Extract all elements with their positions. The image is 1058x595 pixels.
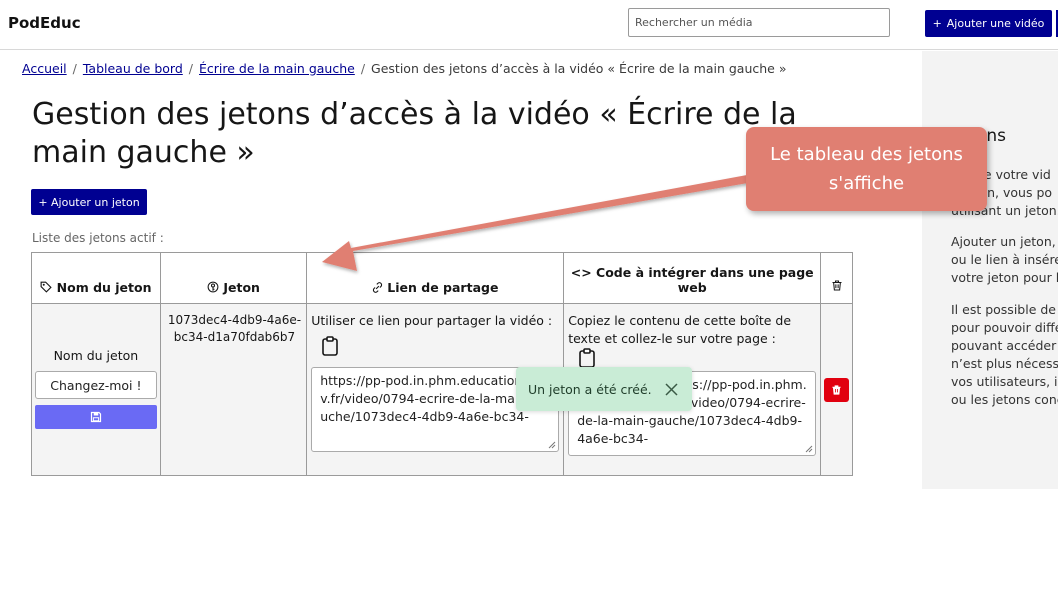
header-delete	[820, 252, 853, 304]
sidebar-line: lon, vous po	[976, 185, 1053, 200]
cell-token-name: Nom du jeton	[31, 303, 161, 476]
token-name-input[interactable]	[34, 371, 157, 399]
breadcrumb-link-home[interactable]: Accueil	[22, 61, 67, 76]
plus-icon: +	[932, 17, 942, 30]
sidebar-line: vos utilisateurs, il	[951, 374, 1058, 389]
close-icon	[665, 382, 678, 396]
token-table: Nom du jeton Jeton Lien de partage <> Co…	[31, 252, 853, 476]
header-link-label: Lien de partage	[387, 280, 499, 295]
toast-close-button[interactable]	[665, 382, 678, 396]
link-icon	[372, 282, 382, 293]
breadcrumb: Accueil / Tableau de bord / Écrire de la mai…	[22, 61, 787, 76]
add-token-button[interactable]: + Ajouter un jeton	[31, 189, 147, 215]
sidebar-line: ou les jetons conc	[951, 392, 1058, 407]
resize-handle-icon[interactable]	[547, 440, 556, 449]
embed-instruction: Copiez le contenu de cette boîte de text…	[568, 313, 792, 346]
breadcrumb-separator: /	[360, 61, 366, 76]
header-token: Jeton	[159, 252, 308, 304]
sidebar-line: Ajouter un jeton,	[951, 234, 1056, 249]
sidebar-line: pour pouvoir diffé	[951, 320, 1058, 335]
trash-icon	[832, 385, 841, 395]
header-link: Lien de partage	[306, 252, 565, 304]
table-row: Nom du jeton 1073dec4-4db9-4a6e-bc34-d1a…	[31, 303, 853, 476]
breadcrumb-link-video[interactable]: Écrire de la main gauche	[199, 61, 355, 76]
sidebar-line: votre jeton pour l	[951, 270, 1058, 285]
floppy-disk-icon	[90, 411, 101, 423]
header-name: Nom du jeton	[31, 252, 161, 304]
copy-link-button[interactable]	[321, 336, 339, 359]
success-toast: Un jeton a été créé.	[516, 367, 692, 411]
token-list-label: Liste des jetons actif :	[32, 231, 164, 245]
page-title: Gestion des jetons d’accès à la vidéo « …	[32, 97, 797, 170]
sidebar-line: n’est plus nécessa	[951, 356, 1058, 371]
annotation-callout: Le tableau des jetons s'affiche	[746, 127, 987, 211]
add-video-button[interactable]: + Ajouter une vidéo	[925, 10, 1052, 37]
breadcrumb-separator: /	[188, 61, 193, 76]
header-token-label: Jeton	[223, 280, 260, 295]
top-bar: PodEduc + Ajouter une vidéo	[0, 0, 1058, 50]
share-link-instruction: Utiliser ce lien pour partager la vidéo …	[311, 313, 553, 328]
tag-icon	[40, 281, 52, 293]
code-icon: <>	[570, 265, 592, 280]
site-logo[interactable]: PodEduc	[8, 14, 81, 32]
breadcrumb-current: Gestion des jetons d’accès à la vidéo « …	[371, 61, 787, 76]
header-embed: <> Code à intégrer dans une page web	[563, 252, 822, 304]
sidebar-line: ou le lien à insére	[951, 252, 1058, 267]
sidebar-line: ue votre vid	[976, 167, 1051, 182]
key-icon	[207, 281, 219, 293]
add-video-label: Ajouter une vidéo	[946, 17, 1045, 30]
search-input[interactable]	[628, 8, 890, 37]
table-header-row: Nom du jeton Jeton Lien de partage <> Co…	[31, 252, 853, 304]
clipboard-icon	[322, 336, 338, 356]
breadcrumb-link-dashboard[interactable]: Tableau de bord	[83, 61, 183, 76]
header-name-label: Nom du jeton	[56, 280, 152, 295]
save-token-name-button[interactable]	[34, 405, 157, 429]
sidebar-line: Il est possible de	[951, 302, 1056, 317]
trash-icon	[832, 280, 842, 291]
header-embed-label: Code à intégrer dans une page web	[596, 265, 814, 295]
help-sidebar: ons ue votre vid lon, vous po utilisant …	[922, 51, 1058, 489]
resize-handle-icon[interactable]	[804, 444, 813, 453]
cell-token-value: 1073dec4-4db9-4a6e-bc34-d1a70fdab6b7	[159, 303, 308, 476]
cell-delete	[820, 303, 853, 476]
clipboard-icon	[579, 348, 595, 368]
breadcrumb-separator: /	[72, 61, 77, 76]
delete-token-button[interactable]	[824, 378, 850, 402]
token-name-label: Nom du jeton	[53, 348, 139, 363]
sidebar-line: pouvant accéder	[951, 338, 1057, 353]
toast-message: Un jeton a été créé.	[528, 381, 652, 397]
